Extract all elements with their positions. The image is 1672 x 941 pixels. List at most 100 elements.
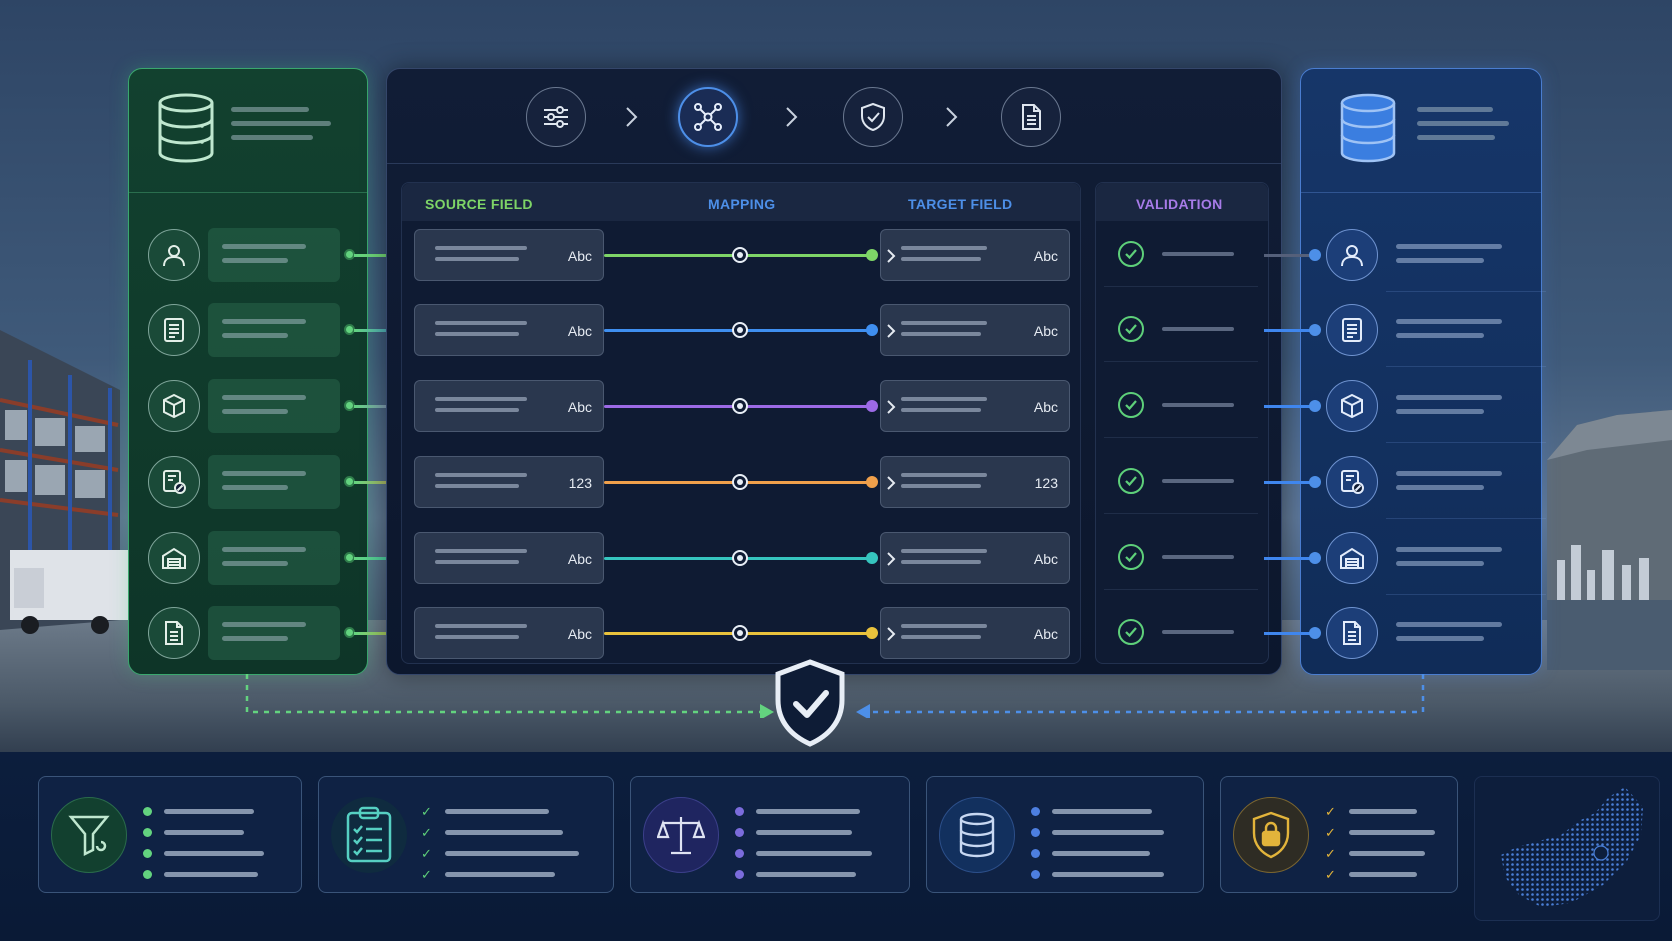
user-icon <box>1326 229 1378 281</box>
source-flow-dashed-line <box>245 674 774 718</box>
source-field-type: Abc <box>567 323 592 339</box>
source-field-box[interactable]: Abc <box>414 607 604 659</box>
target-field-box[interactable]: Abc <box>880 229 1070 281</box>
security-card[interactable]: ✓ ✓ ✓ ✓ <box>1220 776 1458 893</box>
file-icon <box>148 607 200 659</box>
source-field-box[interactable]: Abc <box>414 229 604 281</box>
target-field-dot[interactable] <box>866 476 878 488</box>
target-field-dot[interactable] <box>866 400 878 412</box>
database-card-list <box>1031 801 1164 885</box>
mountain-city-illustration <box>1547 410 1672 670</box>
target-connector-dot[interactable] <box>1309 324 1321 336</box>
source-field-type: Abc <box>567 248 592 264</box>
shield-check-icon <box>861 102 885 132</box>
invoice-percent-icon <box>1326 456 1378 508</box>
target-header-lines <box>1417 107 1509 149</box>
step-validate[interactable] <box>843 87 903 147</box>
source-row[interactable] <box>148 226 348 284</box>
lock-shield-icon <box>1233 797 1309 873</box>
target-connector-dot[interactable] <box>1309 627 1321 639</box>
target-connector-dot[interactable] <box>1309 552 1321 564</box>
target-connector-line <box>1264 557 1314 560</box>
validation-row <box>1104 374 1258 438</box>
target-field-type: Abc <box>1033 551 1058 567</box>
step-configure[interactable] <box>526 87 586 147</box>
source-field-box[interactable]: Abc <box>414 304 604 356</box>
filter-card[interactable] <box>38 776 302 893</box>
target-row[interactable] <box>1326 377 1546 443</box>
target-connector-line <box>1264 481 1314 484</box>
target-field-dot[interactable] <box>866 324 878 336</box>
mapping-node[interactable] <box>732 625 748 641</box>
target-field-box[interactable]: 123 <box>880 456 1070 508</box>
source-field-box[interactable]: Abc <box>414 380 604 432</box>
target-field-box[interactable]: Abc <box>880 304 1070 356</box>
warehouse-illustration <box>0 330 128 634</box>
validation-row <box>1104 601 1258 665</box>
target-field-box[interactable]: Abc <box>880 607 1070 659</box>
source-panel-header <box>129 69 367 193</box>
check-circle-icon <box>1118 316 1144 342</box>
chevron-right-icon <box>887 476 896 490</box>
source-row-label <box>208 303 340 357</box>
target-connector-dot[interactable] <box>1309 249 1321 261</box>
file-icon <box>1326 607 1378 659</box>
mapping-node[interactable] <box>732 322 748 338</box>
checklist-card[interactable]: ✓ ✓ ✓ ✓ <box>318 776 614 893</box>
target-row[interactable] <box>1326 226 1546 292</box>
governance-card[interactable] <box>630 776 910 893</box>
source-row[interactable] <box>148 377 348 435</box>
database-icon <box>939 797 1015 873</box>
target-connector-dot[interactable] <box>1309 476 1321 488</box>
target-field-box[interactable]: Abc <box>880 532 1070 584</box>
validation-table-header: VALIDATION <box>1096 183 1268 221</box>
list-document-icon <box>148 304 200 356</box>
source-row[interactable] <box>148 529 348 587</box>
mapping-node[interactable] <box>732 247 748 263</box>
validation-row <box>1104 450 1258 514</box>
target-field-type: Abc <box>1033 323 1058 339</box>
source-row[interactable] <box>148 604 348 662</box>
target-connector-line <box>1264 254 1314 257</box>
check-circle-icon <box>1118 392 1144 418</box>
target-field-type: 123 <box>1034 475 1058 491</box>
source-row[interactable] <box>148 301 348 359</box>
target-field-dot[interactable] <box>866 627 878 639</box>
source-database-icon <box>158 93 214 163</box>
target-field-type: Abc <box>1033 248 1058 264</box>
chevron-right-icon <box>887 324 896 338</box>
target-row[interactable] <box>1326 453 1546 519</box>
step-map[interactable] <box>678 87 738 147</box>
checklist-clipboard-icon <box>331 797 407 873</box>
target-connector-line <box>1264 405 1314 408</box>
source-row[interactable] <box>148 453 348 511</box>
document-icon <box>1022 104 1041 130</box>
mapping-node[interactable] <box>732 474 748 490</box>
source-row-label <box>208 606 340 660</box>
list-document-icon <box>1326 304 1378 356</box>
governance-card-list <box>735 801 872 885</box>
target-field-dot[interactable] <box>866 249 878 261</box>
target-panel-header <box>1301 69 1541 193</box>
warehouse-icon <box>1326 532 1378 584</box>
box-icon <box>1326 380 1378 432</box>
step-report[interactable] <box>1001 87 1061 147</box>
user-icon <box>148 229 200 281</box>
target-row[interactable] <box>1326 604 1526 662</box>
region-map-card <box>1474 776 1660 921</box>
warehouse-icon <box>148 532 200 584</box>
target-row[interactable] <box>1326 529 1546 595</box>
target-field-dot[interactable] <box>866 552 878 564</box>
target-field-box[interactable]: Abc <box>880 380 1070 432</box>
mapping-node[interactable] <box>732 398 748 414</box>
source-field-box[interactable]: 123 <box>414 456 604 508</box>
target-connector-dot[interactable] <box>1309 400 1321 412</box>
source-row-label <box>208 228 340 282</box>
target-row[interactable] <box>1326 301 1546 367</box>
mapping-node[interactable] <box>732 550 748 566</box>
source-field-box[interactable]: Abc <box>414 532 604 584</box>
database-card[interactable] <box>926 776 1204 893</box>
checklist-card-list: ✓ ✓ ✓ ✓ <box>421 801 579 885</box>
source-row-label <box>208 379 340 433</box>
filter-icon <box>51 797 127 873</box>
